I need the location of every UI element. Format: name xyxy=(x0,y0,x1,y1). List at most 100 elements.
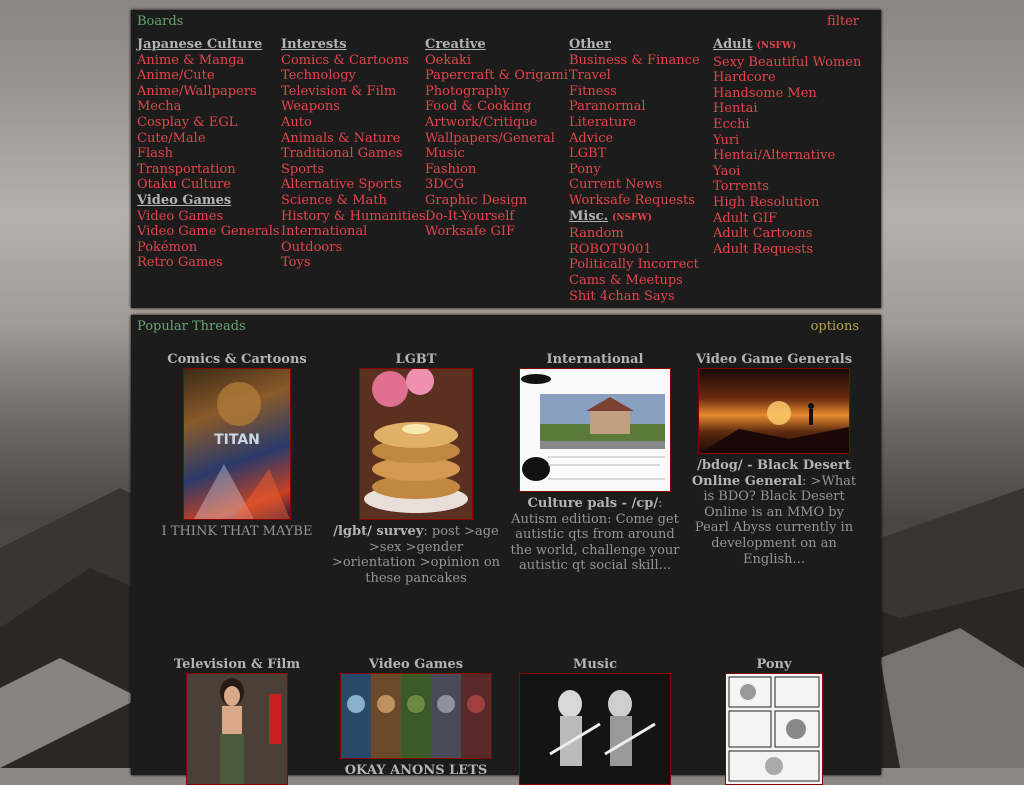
category-interests[interactable]: Interests xyxy=(281,37,425,53)
board-link[interactable]: Shit 4chan Says xyxy=(569,289,713,305)
board-link[interactable]: Yuri xyxy=(713,133,857,149)
board-link[interactable]: Advice xyxy=(569,131,713,147)
board-link[interactable]: Hentai xyxy=(713,101,857,117)
board-link[interactable]: High Resolution xyxy=(713,195,857,211)
board-link[interactable]: Video Game Generals xyxy=(137,224,281,240)
board-link[interactable]: Anime/Wallpapers xyxy=(137,84,281,100)
boards-header: Boards filter xyxy=(137,14,859,32)
thread-teaser-text: OKAY ANONS LETS xyxy=(344,763,488,778)
thread-teaser: Culture pals - /cp/: Autism edition: Com… xyxy=(510,496,680,574)
board-link[interactable]: Yaoi xyxy=(713,164,857,180)
board-column-1: Japanese Culture Anime & Manga Anime/Cut… xyxy=(137,37,281,271)
board-link[interactable]: Politically Incorrect xyxy=(569,257,713,273)
svg-text:TITAN: TITAN xyxy=(214,432,260,448)
board-link[interactable]: Toys xyxy=(281,255,425,271)
board-link[interactable]: Anime/Cute xyxy=(137,68,281,84)
board-column-4: Other Business & Finance Travel Fitness … xyxy=(569,37,713,304)
board-link[interactable]: Adult Cartoons xyxy=(713,226,857,242)
thread-thumbnail[interactable] xyxy=(186,673,288,785)
thread-thumbnail[interactable] xyxy=(340,673,492,759)
board-link[interactable]: Travel xyxy=(569,68,713,84)
board-link[interactable]: Paranormal xyxy=(569,99,713,115)
board-link[interactable]: Pokémon xyxy=(137,240,281,256)
nsfw-tag: (NSFW) xyxy=(756,41,797,51)
thread-board-name: Video Games xyxy=(368,657,464,672)
thread-card: Television & Film xyxy=(152,657,322,785)
board-link[interactable]: Fitness xyxy=(569,84,713,100)
category-japanese-culture[interactable]: Japanese Culture xyxy=(137,37,281,53)
category-other[interactable]: Other xyxy=(569,37,713,53)
board-link[interactable]: Wallpapers/General xyxy=(425,131,569,147)
game-characters-image xyxy=(341,674,491,758)
board-link[interactable]: Auto xyxy=(281,115,425,131)
board-column-5: Adult (NSFW) Sexy Beautiful Women Hardcor… xyxy=(713,37,861,258)
board-link[interactable]: ROBOT9001 xyxy=(569,242,713,258)
board-link[interactable]: Science & Math xyxy=(281,193,425,209)
board-link[interactable]: Literature xyxy=(569,115,713,131)
thread-thumbnail[interactable] xyxy=(519,368,671,492)
board-link[interactable]: Otaku Culture xyxy=(137,177,281,193)
board-link[interactable]: Video Games xyxy=(137,209,281,225)
thread-thumbnail[interactable] xyxy=(725,673,823,785)
board-link[interactable]: Flash xyxy=(137,146,281,162)
category-adult[interactable]: Adult xyxy=(713,37,753,52)
board-link[interactable]: Music xyxy=(425,146,569,162)
board-link[interactable]: Adult Requests xyxy=(713,242,857,258)
board-link[interactable]: Comics & Cartoons xyxy=(281,53,425,69)
board-link[interactable]: 3DCG xyxy=(425,177,569,193)
board-link[interactable]: LGBT xyxy=(569,146,713,162)
filter-link[interactable]: filter xyxy=(827,14,859,29)
thread-thumbnail[interactable] xyxy=(698,368,850,454)
board-link[interactable]: Do-It-Yourself xyxy=(425,209,569,225)
category-creative[interactable]: Creative xyxy=(425,37,569,53)
thread-card: Comics & Cartoons TITAN I THINK THAT MAY… xyxy=(152,352,322,540)
board-link[interactable]: Weapons xyxy=(281,99,425,115)
board-link[interactable]: Food & Cooking xyxy=(425,99,569,115)
board-link[interactable]: Animals & Nature xyxy=(281,131,425,147)
board-link[interactable]: Mecha xyxy=(137,99,281,115)
thread-thumbnail[interactable] xyxy=(519,673,671,785)
board-link[interactable]: Adult GIF xyxy=(713,211,857,227)
board-link[interactable]: Business & Finance xyxy=(569,53,713,69)
board-link[interactable]: Anime & Manga xyxy=(137,53,281,69)
board-link[interactable]: Cosplay & EGL xyxy=(137,115,281,131)
board-link[interactable]: Hentai/Alternative xyxy=(713,148,857,164)
thread-card: Video Games OKAY ANONS LETS xyxy=(331,657,501,779)
board-link[interactable]: Sports xyxy=(281,162,425,178)
board-link[interactable]: Outdoors xyxy=(281,240,425,256)
category-misc-row: Misc. (NSFW) xyxy=(569,209,713,227)
board-link[interactable]: Retro Games xyxy=(137,255,281,271)
board-link[interactable]: Worksafe Requests xyxy=(569,193,713,209)
board-link[interactable]: Pony xyxy=(569,162,713,178)
board-link[interactable]: History & Humanities xyxy=(281,209,426,225)
board-link[interactable]: Random xyxy=(569,226,713,242)
board-link[interactable]: Oekaki xyxy=(425,53,569,69)
board-link[interactable]: Hardcore xyxy=(713,70,857,86)
thread-thumbnail[interactable] xyxy=(359,368,473,520)
options-link[interactable]: options xyxy=(811,319,859,334)
thread-thumbnail[interactable]: TITAN xyxy=(183,368,291,520)
board-link[interactable]: Artwork/Critique xyxy=(425,115,569,131)
board-link[interactable]: Current News xyxy=(569,177,713,193)
board-link[interactable]: Cute/Male xyxy=(137,131,281,147)
category-misc[interactable]: Misc. xyxy=(569,209,608,224)
board-link[interactable]: Torrents xyxy=(713,179,857,195)
board-link[interactable]: International xyxy=(281,224,425,240)
board-link[interactable]: Papercraft & Origami xyxy=(425,68,569,84)
category-video-games[interactable]: Video Games xyxy=(137,193,281,209)
board-link[interactable]: Television & Film xyxy=(281,84,425,100)
board-link[interactable]: Worksafe GIF xyxy=(425,224,569,240)
thread-board-name: Pony xyxy=(756,657,792,672)
board-link[interactable]: Graphic Design xyxy=(425,193,569,209)
board-link[interactable]: Transportation xyxy=(137,162,281,178)
board-link[interactable]: Traditional Games xyxy=(281,146,425,162)
board-link[interactable]: Photography xyxy=(425,84,569,100)
board-link[interactable]: Sexy Beautiful Women xyxy=(713,55,861,71)
board-link[interactable]: Ecchi xyxy=(713,117,857,133)
board-link[interactable]: Cams & Meetups xyxy=(569,273,713,289)
board-link[interactable]: Handsome Men xyxy=(713,86,857,102)
board-link[interactable]: Technology xyxy=(281,68,425,84)
board-link[interactable]: Fashion xyxy=(425,162,569,178)
board-link[interactable]: Alternative Sports xyxy=(281,177,425,193)
thread-card: Music xyxy=(510,657,680,785)
